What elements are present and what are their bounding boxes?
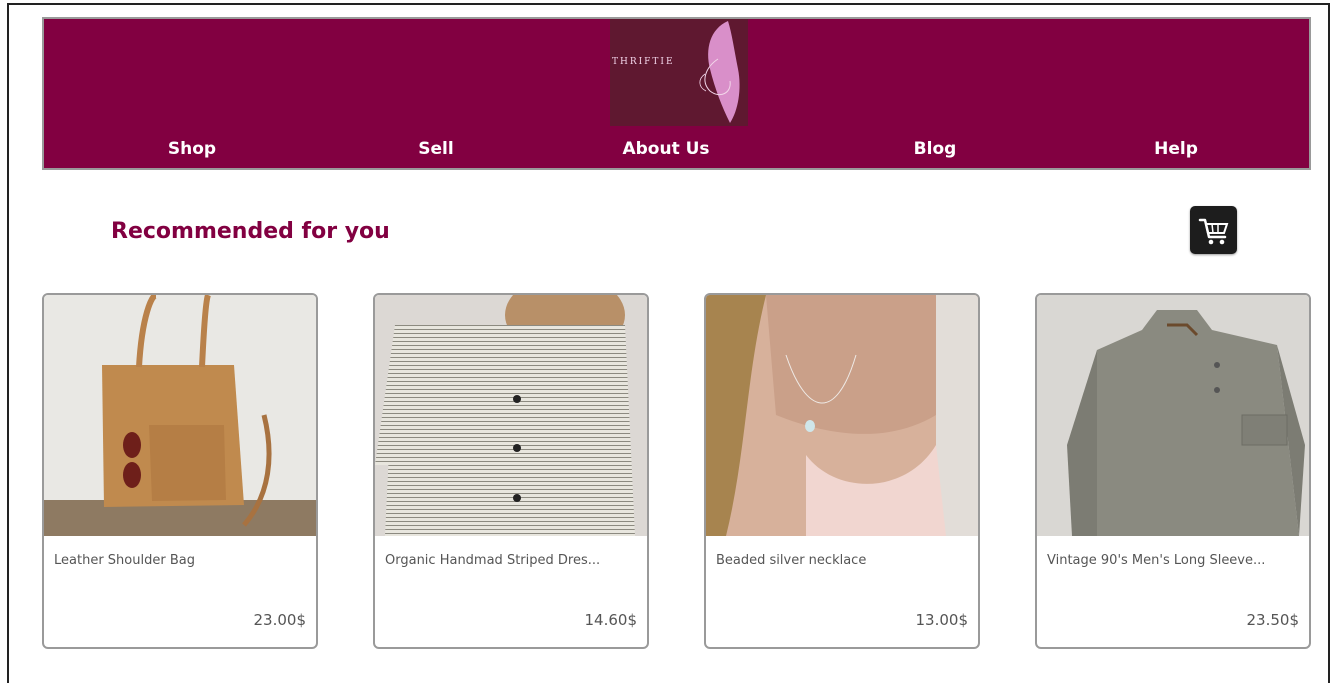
product-name: Organic Handmad Striped Dres... bbox=[385, 553, 601, 568]
product-price: 23.00$ bbox=[253, 611, 307, 629]
shopping-cart-icon bbox=[1198, 218, 1229, 245]
nav-help[interactable]: Help bbox=[1154, 139, 1198, 159]
product-card[interactable]: Leather Shoulder Bag 23.00$ bbox=[42, 293, 318, 649]
product-image[interactable] bbox=[1037, 295, 1309, 536]
product-price: 14.60$ bbox=[584, 611, 638, 629]
product-name: Leather Shoulder Bag bbox=[54, 553, 195, 568]
section-title: Recommended for you bbox=[111, 219, 390, 244]
cart-button[interactable] bbox=[1190, 206, 1237, 254]
product-name: Beaded silver necklace bbox=[716, 553, 867, 568]
nav-sell[interactable]: Sell bbox=[418, 139, 453, 159]
nav-about-us[interactable]: About Us bbox=[622, 139, 709, 159]
site-header: THRIFTIE Shop Sell About Us Blog Help bbox=[42, 17, 1311, 170]
logo-brush-icon bbox=[699, 21, 740, 123]
brand-logo[interactable]: THRIFTIE bbox=[610, 19, 748, 126]
product-card[interactable]: Beaded silver necklace 13.00$ bbox=[704, 293, 980, 649]
product-card[interactable]: Vintage 90's Men's Long Sleeve... 23.50$ bbox=[1035, 293, 1311, 649]
product-image[interactable] bbox=[375, 295, 647, 536]
product-name: Vintage 90's Men's Long Sleeve... bbox=[1047, 553, 1266, 568]
product-price: 23.50$ bbox=[1246, 611, 1300, 629]
nav-shop[interactable]: Shop bbox=[168, 139, 216, 159]
logo-text: THRIFTIE bbox=[612, 57, 675, 67]
product-image[interactable] bbox=[44, 295, 316, 536]
product-image[interactable] bbox=[706, 295, 978, 536]
main-nav: Shop Sell About Us Blog Help bbox=[44, 139, 1309, 169]
nav-blog[interactable]: Blog bbox=[914, 139, 957, 159]
product-price: 13.00$ bbox=[915, 611, 969, 629]
product-card[interactable]: Organic Handmad Striped Dres... 14.60$ bbox=[373, 293, 649, 649]
